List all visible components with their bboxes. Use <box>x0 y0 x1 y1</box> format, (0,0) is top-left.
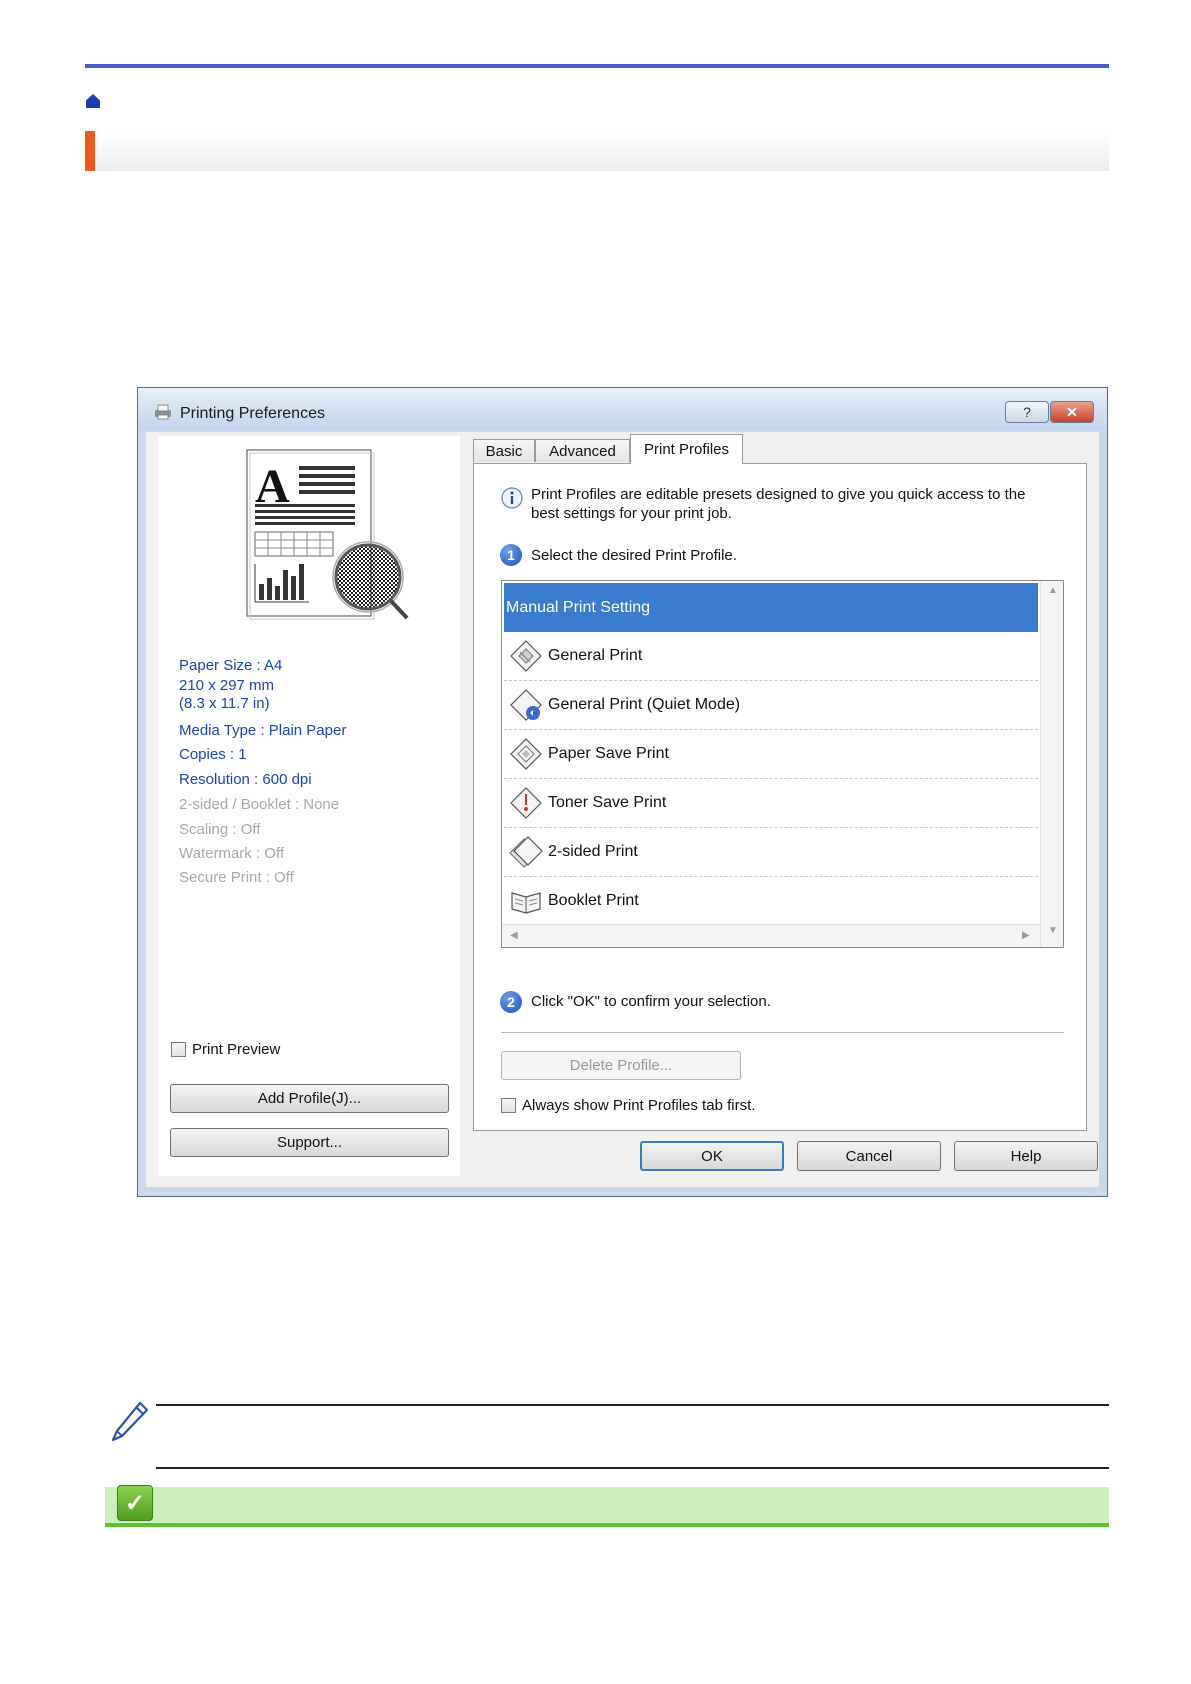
paper-save-print-icon <box>510 738 542 770</box>
page-preview-image: A <box>246 449 409 620</box>
related-info-bar-underline <box>105 1523 1109 1527</box>
profile-item-2-sided-print[interactable]: 2-sided Print <box>504 828 1038 877</box>
profile-item-manual-print-setting[interactable]: Manual Print Setting <box>504 583 1038 632</box>
profile-list-vertical-scrollbar[interactable]: ▲ ▼ <box>1040 581 1063 947</box>
tab-advanced[interactable]: Advanced <box>535 439 630 462</box>
print-preview-checkbox[interactable] <box>171 1042 186 1057</box>
titlebar-close-button[interactable]: ✕ <box>1050 401 1094 423</box>
profile-item-label: General Print (Quiet Mode) <box>548 696 741 713</box>
dialog-titlebar[interactable]: Printing Preferences ? ✕ <box>138 388 1107 430</box>
quiet-mode-print-icon <box>510 689 542 721</box>
setting-scaling: Scaling : Off <box>179 821 261 838</box>
delete-profile-button[interactable]: Delete Profile... <box>501 1051 741 1080</box>
scroll-down-arrow-icon[interactable]: ▼ <box>1048 925 1058 936</box>
toner-save-print-icon <box>510 787 542 819</box>
checkmark-icon: ✓ <box>117 1485 153 1521</box>
dialog-body: A Paper Size: A4 210 x 297 mm (8.3 x 11… <box>146 432 1099 1187</box>
preview-panel: A Paper Size: A4 210 x 297 mm (8.3 x 11… <box>158 436 460 1176</box>
profile-item-label: Booklet Print <box>548 892 639 909</box>
setting-paper-size: Paper Size : A4 <box>179 657 283 674</box>
profile-item-label: Manual Print Setting <box>506 598 651 616</box>
profile-list-horizontal-scrollbar[interactable]: ◀ ▶ <box>502 924 1040 947</box>
section-title-accent <box>85 131 95 171</box>
dialog-title: Printing Preferences <box>180 405 325 422</box>
section-title-bar <box>85 131 1109 171</box>
always-show-profiles-checkbox[interactable] <box>501 1098 516 1113</box>
step-2-text: Click "OK" to confirm your selection. <box>531 993 771 1010</box>
titlebar-help-button[interactable]: ? <box>1005 401 1049 423</box>
setting-paper-size-in: (8.3 x 11.7 in) <box>179 695 270 712</box>
setting-paper-size-mm: 210 x 297 mm <box>179 677 275 694</box>
profile-item-general-print[interactable]: General Print <box>504 632 1038 681</box>
info-text-line1: Print Profiles are editable presets desi… <box>531 486 1026 503</box>
note-top-rule <box>156 1404 1109 1406</box>
step-2-icon: 2 <box>500 991 522 1013</box>
cancel-button[interactable]: Cancel <box>797 1141 941 1171</box>
top-rule <box>85 64 1109 68</box>
note-bottom-rule <box>156 1467 1109 1469</box>
profile-item-general-print-quiet[interactable]: General Print (Quiet Mode) <box>504 681 1038 730</box>
info-text-line2: best settings for your print job. <box>531 505 732 522</box>
booklet-print-icon <box>511 892 541 914</box>
profile-item-booklet-print[interactable]: Booklet Print <box>504 877 1038 926</box>
scroll-right-arrow-icon[interactable]: ▶ <box>1022 930 1030 941</box>
profile-item-label: General Print <box>548 647 643 664</box>
separator-line <box>501 1032 1064 1033</box>
scroll-up-arrow-icon[interactable]: ▲ <box>1048 585 1058 596</box>
setting-copies: Copies : 1 <box>179 746 247 763</box>
related-info-bar <box>105 1487 1109 1523</box>
2-sided-print-icon <box>509 836 543 868</box>
tab-print-profiles[interactable]: Print Profiles <box>630 434 743 464</box>
print-profiles-panel: Print Profiles are editable presets desi… <box>473 463 1087 1131</box>
setting-2-sided-booklet: 2-sided / Booklet : None <box>179 796 340 813</box>
help-button[interactable]: Help <box>954 1141 1098 1171</box>
scroll-left-arrow-icon[interactable]: ◀ <box>510 930 518 941</box>
profile-list[interactable]: Manual Print Setting General Print Gener… <box>501 580 1064 948</box>
info-icon <box>501 487 523 509</box>
always-show-profiles-label[interactable]: Always show Print Profiles tab first. <box>522 1097 755 1114</box>
printing-preferences-dialog: Printing Preferences ? ✕ A Paper Size: … <box>137 387 1108 1197</box>
profile-item-paper-save-print[interactable]: Paper Save Print <box>504 730 1038 779</box>
profile-item-label: Toner Save Print <box>548 794 667 811</box>
step-1-icon: 1 <box>500 544 522 566</box>
setting-watermark: Watermark : Off <box>179 845 285 862</box>
print-preview-label[interactable]: Print Preview <box>192 1041 280 1058</box>
profile-item-toner-save-print[interactable]: Toner Save Print <box>504 779 1038 828</box>
general-print-icon <box>510 640 542 672</box>
support-button[interactable]: Support... <box>170 1128 449 1157</box>
profile-item-label: 2-sided Print <box>548 843 638 860</box>
tab-basic[interactable]: Basic <box>473 439 535 462</box>
setting-secure-print: Secure Print : Off <box>179 869 294 886</box>
printer-icon <box>155 404 171 420</box>
note-pencil-icon <box>111 1401 149 1442</box>
add-profile-button[interactable]: Add Profile(J)... <box>170 1084 449 1113</box>
setting-media-type: Media Type : Plain Paper <box>179 722 347 739</box>
setting-resolution: Resolution : 600 dpi <box>179 771 312 788</box>
ok-button[interactable]: OK <box>640 1141 784 1171</box>
profile-item-label: Paper Save Print <box>548 745 669 762</box>
home-icon[interactable] <box>85 93 101 109</box>
step-1-text: Select the desired Print Profile. <box>531 547 737 564</box>
